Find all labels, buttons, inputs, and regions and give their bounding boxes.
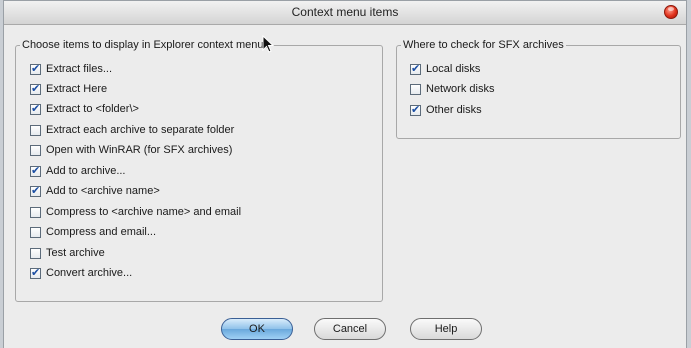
window-title: Context menu items (291, 5, 399, 19)
option-label: Open with WinRAR (for SFX archives) (46, 144, 233, 156)
checkbox[interactable] (30, 102, 41, 115)
option-label: Test archive (46, 247, 105, 259)
checkbox[interactable] (410, 103, 421, 116)
option-label: Extract files... (46, 63, 113, 75)
option-label: Convert archive... (46, 267, 133, 279)
checkbox[interactable] (410, 83, 421, 95)
option-extract-each-archive[interactable]: Extract each archive to separate folder (30, 122, 234, 138)
cancel-button[interactable]: Cancel (314, 318, 386, 340)
title-bar[interactable]: Context menu items (4, 1, 686, 25)
option-label: Add to archive... (46, 165, 126, 177)
option-label: Extract to <folder\> (46, 103, 139, 115)
checkbox[interactable] (30, 184, 41, 197)
option-extract-here[interactable]: Extract Here (30, 81, 107, 97)
option-convert-archive[interactable]: Convert archive... (30, 265, 132, 281)
sfx-check-group: Where to check for SFX archives Local di… (396, 39, 681, 139)
context-menu-items-group: Choose items to display in Explorer cont… (15, 39, 383, 302)
checkbox[interactable] (30, 266, 41, 279)
checkbox[interactable] (30, 164, 41, 177)
option-add-to-archive[interactable]: Add to archive... (30, 163, 126, 179)
checkbox[interactable] (30, 144, 41, 156)
option-label: Add to <archive name> (46, 185, 160, 197)
option-open-with-winrar[interactable]: Open with WinRAR (for SFX archives) (30, 142, 232, 158)
option-label: Network disks (426, 83, 495, 95)
option-label: Other disks (426, 104, 482, 116)
option-extract-to-folder[interactable]: Extract to <folder\> (30, 101, 139, 117)
option-label: Compress to <archive name> and email (46, 206, 242, 218)
option-local-disks[interactable]: Local disks (410, 61, 480, 77)
option-label: Compress and email... (46, 226, 157, 238)
context-menu-items-legend: Choose items to display in Explorer cont… (22, 39, 270, 51)
mouse-pointer-icon (262, 35, 275, 53)
checkbox[interactable] (30, 226, 41, 238)
checkbox[interactable] (30, 62, 41, 75)
option-compress-and-email[interactable]: Compress and email... (30, 224, 156, 240)
checkbox[interactable] (30, 247, 41, 259)
option-add-to-archive-name[interactable]: Add to <archive name> (30, 183, 160, 199)
option-compress-and-email-named[interactable]: Compress to <archive name> and email (30, 204, 241, 220)
option-label: Local disks (426, 63, 481, 75)
option-test-archive[interactable]: Test archive (30, 245, 105, 261)
dialog-window: Context menu items Choose items to displ… (3, 0, 687, 348)
option-extract-files[interactable]: Extract files... (30, 61, 112, 77)
checkbox[interactable] (30, 124, 41, 136)
option-label: Extract each archive to separate folder (46, 124, 235, 136)
checkbox[interactable] (410, 62, 421, 75)
close-button[interactable] (664, 5, 678, 19)
ok-button[interactable]: OK (221, 318, 293, 340)
sfx-check-legend: Where to check for SFX archives (403, 39, 564, 51)
checkbox[interactable] (30, 82, 41, 95)
help-button[interactable]: Help (410, 318, 482, 340)
checkbox[interactable] (30, 206, 41, 218)
option-other-disks[interactable]: Other disks (410, 102, 482, 118)
option-network-disks[interactable]: Network disks (410, 81, 494, 97)
option-label: Extract Here (46, 83, 108, 95)
